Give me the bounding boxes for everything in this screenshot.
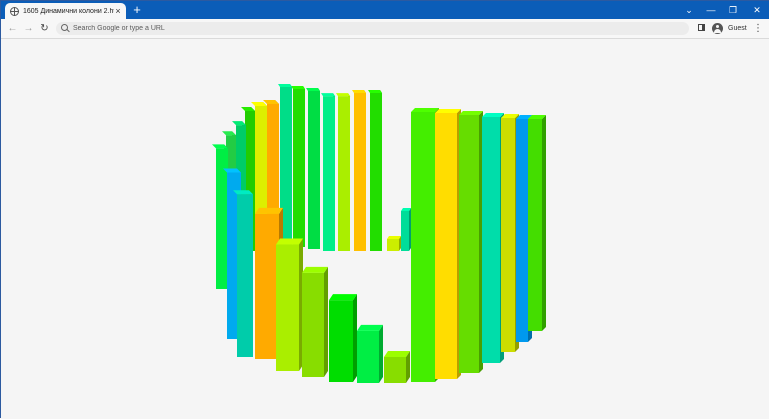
reload-button[interactable]: ↻	[38, 22, 51, 35]
front-column-5	[357, 324, 383, 383]
globe-icon	[10, 6, 19, 16]
back-column-2	[352, 90, 366, 251]
title-bar: 1605 Динамични колони 2.html × + ⌄ — ❐ ✕	[1, 1, 769, 19]
right-column-2	[435, 109, 461, 379]
restore-button[interactable]: ❐	[722, 1, 744, 19]
right-column-3	[459, 111, 483, 373]
back-column-1	[368, 90, 382, 251]
front-column-2	[276, 238, 303, 371]
search-icon	[61, 24, 70, 33]
browser-window: 1605 Динамични колони 2.html × + ⌄ — ❐ ✕…	[0, 0, 769, 419]
columns-scene	[212, 84, 546, 383]
side-panel-icon[interactable]	[698, 24, 705, 31]
left-column-6	[212, 144, 228, 289]
back-column-3	[336, 93, 350, 251]
back-button[interactable]: ←	[6, 22, 19, 35]
address-input[interactable]	[73, 22, 663, 35]
browser-toolbar: ← → ↻ Guest ⋮	[1, 19, 769, 39]
front-column-4	[329, 294, 357, 382]
tab-title: 1605 Динамични колони 2.html	[23, 7, 114, 15]
right-column-4	[482, 113, 504, 363]
avatar-icon	[712, 23, 723, 34]
center-column-1	[387, 236, 401, 251]
minimize-button[interactable]: —	[700, 1, 722, 19]
right-column-1	[411, 108, 439, 382]
menu-icon[interactable]: ⋮	[753, 22, 763, 35]
page-content	[1, 39, 769, 419]
right-column-7	[528, 115, 546, 331]
back-column-5	[306, 88, 320, 249]
browser-tab[interactable]: 1605 Динамични колони 2.html ×	[5, 3, 126, 19]
front-column-3	[302, 266, 328, 377]
back-column-4	[321, 93, 335, 251]
tab-close-icon[interactable]: ×	[114, 6, 122, 16]
profile-label: Guest	[728, 25, 747, 32]
tab-search-dropdown-icon[interactable]: ⌄	[678, 1, 700, 19]
new-tab-button[interactable]: +	[131, 3, 143, 17]
back-column-6	[291, 86, 305, 247]
center-column-2	[401, 208, 411, 251]
front-column-6	[384, 350, 410, 383]
forward-button[interactable]: →	[22, 22, 35, 35]
close-window-button[interactable]: ✕	[746, 1, 768, 19]
address-bar[interactable]	[56, 22, 689, 35]
profile-button[interactable]: Guest	[712, 22, 747, 35]
